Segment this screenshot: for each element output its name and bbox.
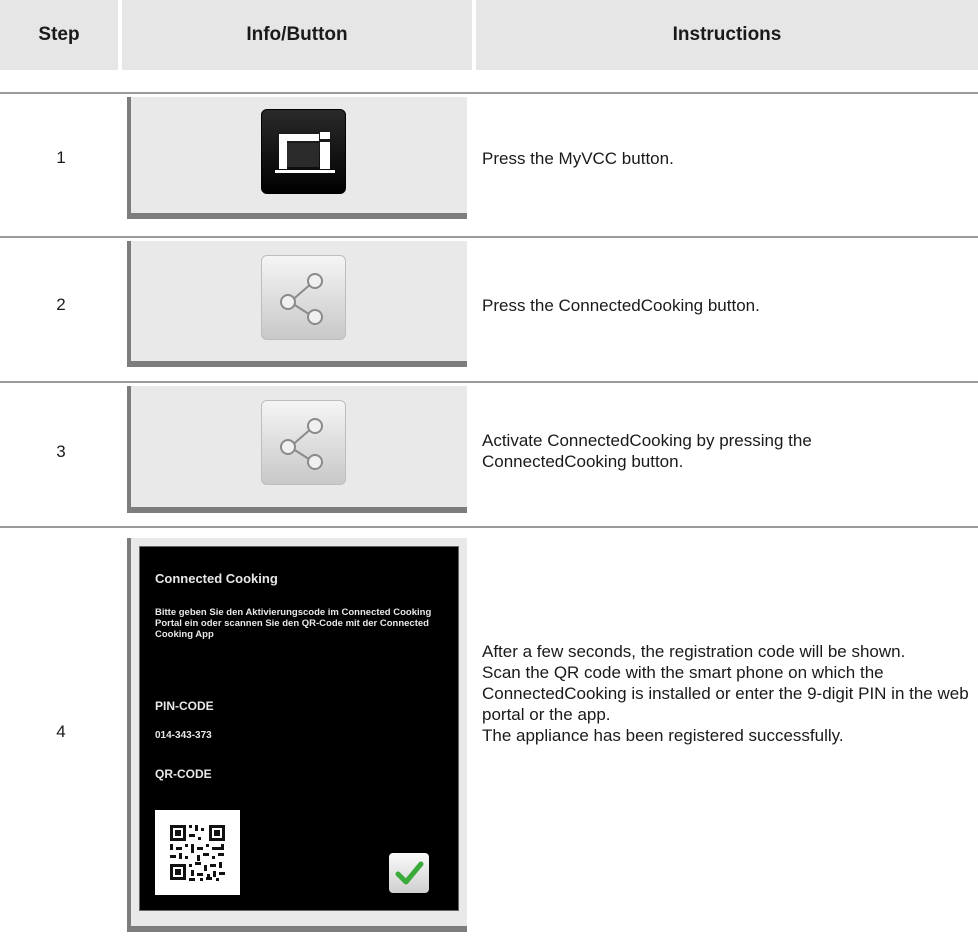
connectedcooking-button[interactable] — [261, 255, 346, 340]
row-divider — [0, 92, 978, 94]
step-instruction: Activate ConnectedCooking by pressing th… — [482, 431, 812, 471]
pin-code-label: PIN-CODE — [155, 699, 214, 713]
instruction-line: The appliance has been registered succes… — [482, 726, 844, 745]
info-panel — [127, 241, 467, 367]
instruction-line: After a few seconds, the registration co… — [482, 642, 906, 661]
myvcc-button[interactable] — [261, 109, 346, 194]
qr-code-label: QR-CODE — [155, 767, 212, 781]
row-divider — [0, 236, 978, 238]
screen-description: Bitte geben Sie den Aktivierungscode im … — [155, 607, 432, 640]
step-number: 3 — [56, 442, 66, 461]
row-divider — [0, 381, 978, 383]
row-divider — [0, 526, 978, 528]
qr-code-image — [155, 810, 240, 895]
pin-code-value: 014-343-373 — [155, 730, 212, 741]
step-number: 2 — [56, 295, 66, 314]
step-instruction-block: After a few seconds, the registration co… — [482, 641, 972, 746]
info-panel — [127, 97, 467, 219]
step-number: 4 — [56, 722, 66, 741]
screen-title: Connected Cooking — [155, 571, 278, 586]
header-info-button: Info/Button — [122, 0, 472, 70]
header-step: Step — [0, 0, 118, 70]
step-number: 1 — [56, 148, 66, 167]
step-instruction: Press the MyVCC button. — [482, 149, 674, 168]
qr-code-icon — [170, 825, 225, 881]
connectedcooking-button[interactable] — [261, 400, 346, 485]
share-icon — [280, 418, 323, 470]
header-instructions: Instructions — [476, 0, 978, 70]
info-panel — [127, 386, 467, 513]
step-instruction: Press the ConnectedCooking button. — [482, 296, 760, 315]
device-screen: Connected Cooking Bitte geben Sie den Ak… — [139, 546, 459, 911]
checkmark-icon — [395, 861, 424, 885]
share-icon — [280, 273, 323, 325]
myvcc-icon — [275, 132, 335, 173]
confirm-button[interactable] — [389, 853, 429, 893]
info-panel: Connected Cooking Bitte geben Sie den Ak… — [127, 538, 467, 932]
instruction-line: Scan the QR code with the smart phone on… — [482, 663, 969, 724]
